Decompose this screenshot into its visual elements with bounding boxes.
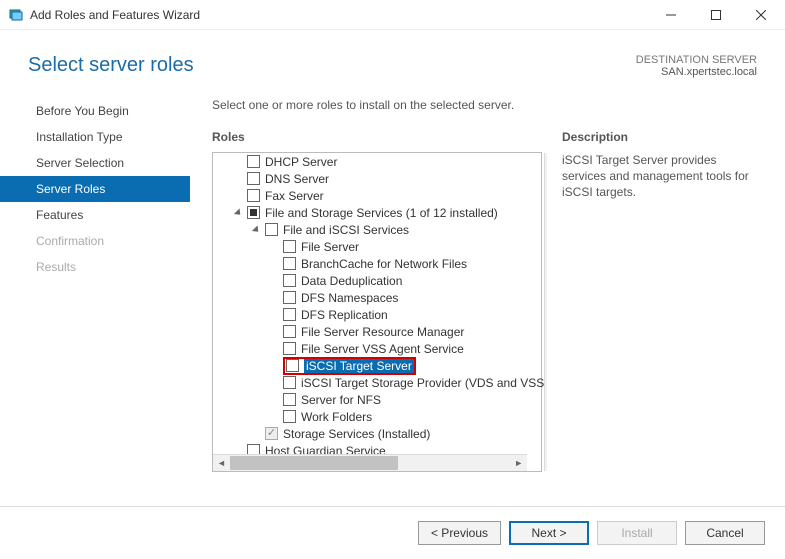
role-label: BranchCache for Network Files xyxy=(301,257,467,271)
nav-item-confirmation: Confirmation xyxy=(0,228,190,254)
role-label: Storage Services (Installed) xyxy=(283,427,430,441)
role-checkbox[interactable] xyxy=(247,189,260,202)
role-label: Server for NFS xyxy=(301,393,381,407)
expander-icon[interactable] xyxy=(233,208,243,218)
destination-label: DESTINATION SERVER xyxy=(636,54,757,66)
role-row[interactable]: DNS Server xyxy=(213,170,544,187)
previous-button[interactable]: < Previous xyxy=(418,521,501,545)
role-label: iSCSI Target Server xyxy=(304,359,414,373)
role-row[interactable]: Storage Services (Installed) xyxy=(213,425,544,442)
role-row[interactable]: DFS Namespaces xyxy=(213,289,544,306)
role-checkbox[interactable] xyxy=(247,155,260,168)
description-text: iSCSI Target Server provides services an… xyxy=(562,152,755,201)
role-row[interactable]: Server for NFS xyxy=(213,391,544,408)
role-label: DNS Server xyxy=(265,172,329,186)
role-checkbox[interactable] xyxy=(286,359,299,372)
role-checkbox xyxy=(265,427,278,440)
nav-item-installation-type[interactable]: Installation Type xyxy=(0,124,190,150)
expander-icon[interactable] xyxy=(251,225,261,235)
role-label: DHCP Server xyxy=(265,155,337,169)
wizard-nav: Before You BeginInstallation TypeServer … xyxy=(0,88,190,472)
roles-tree[interactable]: DHCP Server DNS Server Fax Server File and … xyxy=(212,152,542,472)
window-title: Add Roles and Features Wizard xyxy=(30,8,648,22)
maximize-button[interactable] xyxy=(693,1,738,29)
role-label: Host Guardian Service xyxy=(265,444,386,455)
scroll-left-arrow-icon[interactable]: ◄ xyxy=(213,455,230,471)
role-row[interactable]: DFS Replication xyxy=(213,306,544,323)
highlighted-role[interactable]: iSCSI Target Server xyxy=(283,357,416,375)
nav-item-server-selection[interactable]: Server Selection xyxy=(0,150,190,176)
minimize-button[interactable] xyxy=(648,1,693,29)
role-row[interactable]: iSCSI Target Storage Provider (VDS and V… xyxy=(213,374,544,391)
role-row[interactable]: BranchCache for Network Files xyxy=(213,255,544,272)
role-row[interactable]: File Server VSS Agent Service xyxy=(213,340,544,357)
destination-value: SAN.xpertstec.local xyxy=(636,66,757,78)
role-label: File Server Resource Manager xyxy=(301,325,464,339)
role-checkbox[interactable] xyxy=(283,240,296,253)
role-label: Fax Server xyxy=(265,189,324,203)
role-row[interactable]: File and Storage Services (1 of 12 insta… xyxy=(213,204,544,221)
role-checkbox[interactable] xyxy=(283,376,296,389)
role-row[interactable]: Fax Server xyxy=(213,187,544,204)
role-row[interactable]: iSCSI Target Server xyxy=(213,357,544,374)
role-row[interactable]: File Server xyxy=(213,238,544,255)
nav-item-results: Results xyxy=(0,254,190,280)
role-row[interactable]: Host Guardian Service xyxy=(213,442,544,454)
role-checkbox[interactable] xyxy=(247,172,260,185)
role-label: Work Folders xyxy=(301,410,372,424)
destination-server: DESTINATION SERVER SAN.xpertstec.local xyxy=(636,54,757,78)
role-row[interactable]: File Server Resource Manager xyxy=(213,323,544,340)
role-checkbox[interactable] xyxy=(283,308,296,321)
role-label: DFS Replication xyxy=(301,308,388,322)
role-label: File and Storage Services (1 of 12 insta… xyxy=(265,206,498,220)
nav-item-before-you-begin[interactable]: Before You Begin xyxy=(0,98,190,124)
role-label: iSCSI Target Storage Provider (VDS and V… xyxy=(301,376,544,390)
role-row[interactable]: DHCP Server xyxy=(213,153,544,170)
install-button[interactable]: Install xyxy=(597,521,677,545)
role-checkbox[interactable] xyxy=(247,206,260,219)
vertical-scrollbar[interactable] xyxy=(544,153,547,471)
role-checkbox[interactable] xyxy=(283,393,296,406)
role-checkbox[interactable] xyxy=(247,444,260,454)
role-row[interactable]: Work Folders xyxy=(213,408,544,425)
role-checkbox[interactable] xyxy=(265,223,278,236)
app-icon xyxy=(8,7,24,23)
wizard-footer: < Previous Next > Install Cancel xyxy=(0,506,785,559)
role-checkbox[interactable] xyxy=(283,410,296,423)
role-checkbox[interactable] xyxy=(283,325,296,338)
role-checkbox[interactable] xyxy=(283,257,296,270)
role-row[interactable]: File and iSCSI Services xyxy=(213,221,544,238)
instruction-text: Select one or more roles to install on t… xyxy=(212,98,765,112)
next-button[interactable]: Next > xyxy=(509,521,589,545)
role-checkbox[interactable] xyxy=(283,274,296,287)
nav-item-features[interactable]: Features xyxy=(0,202,190,228)
horizontal-scrollbar[interactable]: ◄ ► xyxy=(213,454,527,471)
description-heading: Description xyxy=(562,130,755,144)
hscroll-thumb[interactable] xyxy=(230,456,398,470)
role-label: File and iSCSI Services xyxy=(283,223,409,237)
roles-heading: Roles xyxy=(212,130,542,144)
role-checkbox[interactable] xyxy=(283,342,296,355)
close-button[interactable] xyxy=(738,1,783,29)
titlebar: Add Roles and Features Wizard xyxy=(0,0,785,30)
role-label: File Server VSS Agent Service xyxy=(301,342,464,356)
page-title: Select server roles xyxy=(28,54,194,77)
scroll-right-arrow-icon[interactable]: ► xyxy=(510,455,527,471)
nav-item-server-roles[interactable]: Server Roles xyxy=(0,176,190,202)
cancel-button[interactable]: Cancel xyxy=(685,521,765,545)
role-row[interactable]: Data Deduplication xyxy=(213,272,544,289)
wizard-header: Select server roles DESTINATION SERVER S… xyxy=(0,30,785,88)
role-label: Data Deduplication xyxy=(301,274,402,288)
role-checkbox[interactable] xyxy=(283,291,296,304)
role-label: DFS Namespaces xyxy=(301,291,398,305)
role-label: File Server xyxy=(301,240,359,254)
